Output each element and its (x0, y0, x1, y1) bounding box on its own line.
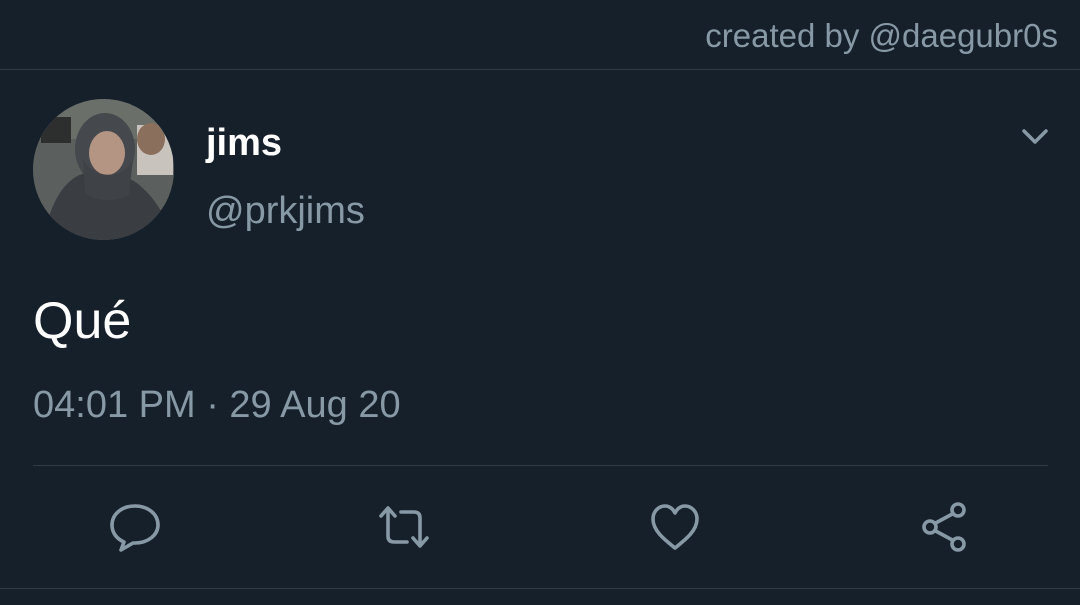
chevron-down-icon[interactable] (1020, 124, 1050, 150)
display-name[interactable]: jims (206, 120, 282, 166)
share-icon[interactable] (918, 500, 972, 554)
tweet-timestamp: 04:01 PM · 29 Aug 20 (33, 384, 401, 426)
user-handle[interactable]: @prkjims (206, 188, 365, 234)
reply-icon[interactable] (108, 500, 162, 554)
top-divider (0, 69, 1080, 70)
tweet-text: Qué (33, 292, 132, 350)
avatar[interactable] (33, 99, 174, 240)
bottom-divider (0, 588, 1080, 589)
heart-icon[interactable] (648, 500, 702, 554)
credit-text: created by @daegubr0s (705, 17, 1058, 54)
middle-divider (33, 465, 1048, 466)
retweet-icon[interactable] (377, 500, 431, 554)
